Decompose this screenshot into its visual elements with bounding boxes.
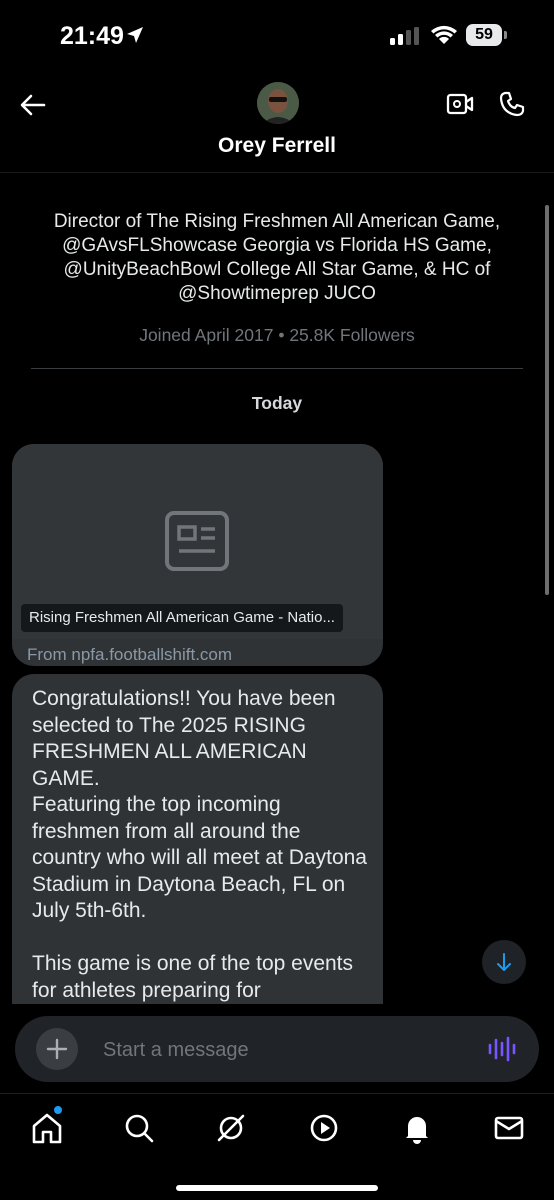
bell-icon[interactable] — [397, 1108, 437, 1148]
article-icon — [165, 511, 229, 571]
add-attachment-button[interactable] — [36, 1028, 78, 1070]
message-paragraph: Featuring the top incoming freshmen from… — [32, 793, 367, 922]
composer — [15, 1016, 539, 1084]
location-arrow-icon — [127, 27, 143, 43]
avatar-photo — [257, 82, 299, 124]
contact-name[interactable]: Orey Ferrell — [0, 134, 554, 158]
joined-followers: Joined April 2017 • 25.8K Followers — [139, 325, 415, 345]
scroll-to-bottom-button[interactable] — [482, 940, 526, 984]
video-play-icon[interactable] — [304, 1108, 344, 1148]
grok-icon[interactable] — [211, 1108, 251, 1148]
arrow-down-icon — [497, 953, 511, 971]
scrollbar[interactable] — [545, 205, 549, 595]
home-icon[interactable] — [27, 1108, 67, 1148]
link-preview-image: Rising Freshmen All American Game - Nati… — [12, 444, 383, 639]
battery-indicator: 59 — [466, 24, 502, 46]
bio-divider — [31, 368, 523, 369]
home-indicator — [176, 1185, 378, 1191]
battery-cap — [504, 31, 507, 39]
message-paragraph: Congratulations!! You have been selected… — [32, 687, 336, 790]
notification-dot — [54, 1106, 62, 1114]
link-preview-domain: From npfa.footballshift.com — [27, 645, 233, 664]
voice-message-icon[interactable] — [487, 1036, 517, 1062]
wifi-icon — [431, 25, 457, 44]
mail-icon[interactable] — [489, 1108, 529, 1148]
back-arrow-icon[interactable] — [18, 90, 48, 120]
avatar[interactable] — [257, 82, 299, 124]
profile-bio: Director of The Rising Freshmen All Amer… — [53, 211, 501, 304]
message-text: Congratulations!! You have been selected… — [32, 686, 367, 1014]
plus-icon — [46, 1038, 68, 1060]
header-divider — [0, 172, 554, 173]
status-time: 21:49 — [60, 22, 124, 50]
link-preview-title: Rising Freshmen All American Game - Nati… — [21, 604, 343, 632]
message-paragraph: This game is one of the top events for a… — [32, 952, 354, 1002]
phone-icon[interactable] — [498, 90, 526, 118]
message-bubble[interactable]: Congratulations!! You have been selected… — [12, 674, 383, 1014]
search-icon[interactable] — [119, 1108, 159, 1148]
video-call-icon[interactable] — [446, 92, 474, 116]
message-input[interactable] — [101, 1016, 475, 1084]
cellular-signal-icon — [390, 27, 419, 45]
day-separator: Today — [251, 393, 303, 413]
link-preview-card[interactable]: Rising Freshmen All American Game - Nati… — [12, 444, 383, 666]
